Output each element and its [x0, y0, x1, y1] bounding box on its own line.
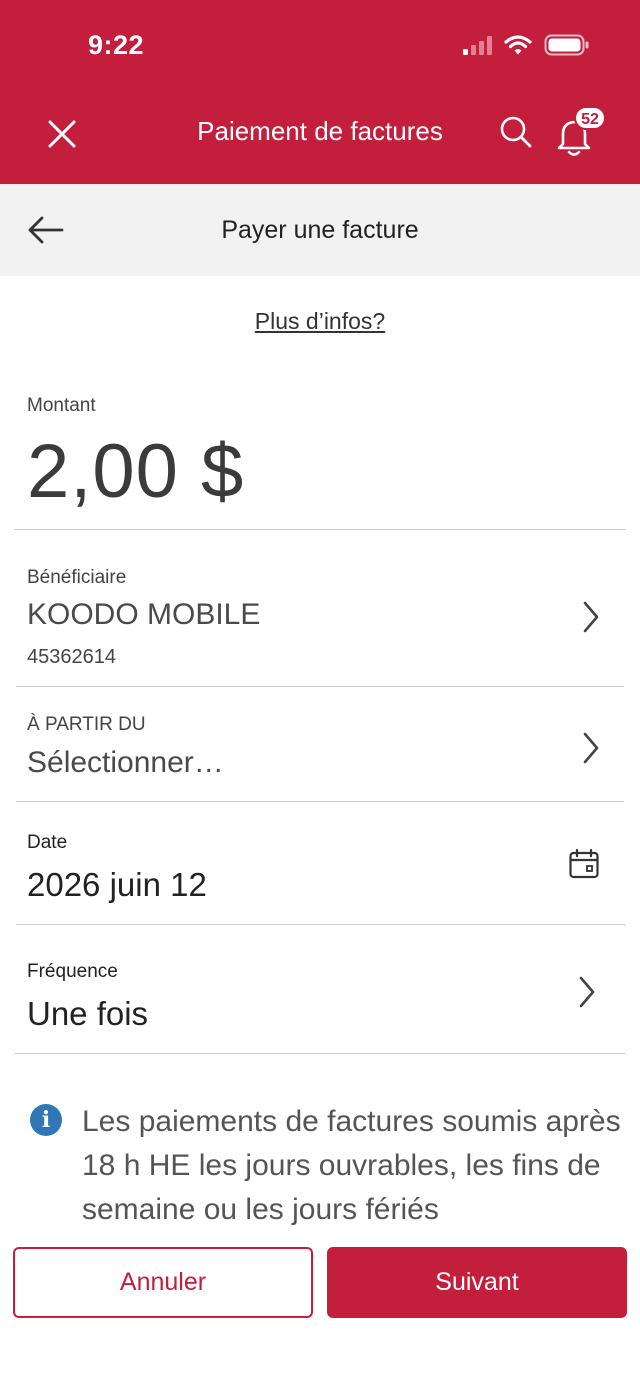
chevron-right-icon — [583, 601, 599, 633]
search-button[interactable] — [494, 110, 538, 154]
more-info-link[interactable]: Plus d’infos? — [255, 308, 385, 334]
payee-number: 45362614 — [27, 646, 116, 668]
frequency-value: Une fois — [27, 995, 149, 1032]
date-field[interactable]: Date 2026 juin 12 — [16, 802, 626, 925]
amount-field[interactable]: Montant 2,00 $ — [14, 380, 626, 530]
next-button[interactable]: Suivant — [327, 1247, 627, 1318]
search-icon — [500, 116, 532, 148]
page-subheader: Payer une facture — [0, 184, 640, 276]
date-value: 2026 juin 12 — [27, 866, 207, 903]
chevron-right-icon — [583, 732, 599, 764]
battery-icon — [544, 34, 589, 56]
from-account-label: À PARTIR DU — [27, 714, 146, 735]
chevron-right-icon — [579, 976, 595, 1008]
app-header: 9:22 Paiement de factures 52 — [0, 0, 640, 184]
header-nav: Paiement de factures 52 — [0, 100, 640, 164]
info-message: i Les paiements de factures soumis après… — [28, 1100, 628, 1230]
info-icon: i — [30, 1104, 62, 1136]
payee-field[interactable]: Bénéficiaire KOODO MOBILE 45362614 — [16, 530, 624, 687]
more-info-container: Plus d’infos? — [0, 308, 640, 335]
amount-label: Montant — [27, 395, 96, 416]
payee-label: Bénéficiaire — [27, 567, 127, 588]
frequency-field[interactable]: Fréquence Une fois — [14, 925, 626, 1054]
header-title: Paiement de factures — [197, 116, 443, 146]
cancel-button[interactable]: Annuler — [13, 1247, 313, 1318]
status-time: 9:22 — [88, 30, 145, 60]
page-title: Payer une facture — [221, 216, 419, 244]
notification-badge: 52 — [574, 106, 606, 130]
wifi-icon — [504, 35, 532, 55]
date-label: Date — [27, 832, 68, 853]
info-text: Les paiements de factures soumis après 1… — [82, 1105, 621, 1226]
notifications-button[interactable]: 52 — [552, 106, 606, 158]
signal-icon — [463, 35, 492, 55]
payee-name: KOODO MOBILE — [27, 598, 261, 631]
from-account-value: Sélectionner… — [27, 746, 224, 779]
calendar-icon[interactable] — [568, 848, 600, 880]
status-icons — [463, 34, 590, 56]
from-account-field[interactable]: À PARTIR DU Sélectionner… — [16, 687, 624, 802]
amount-value: 2,00 $ — [27, 429, 245, 514]
frequency-label: Fréquence — [27, 961, 118, 982]
